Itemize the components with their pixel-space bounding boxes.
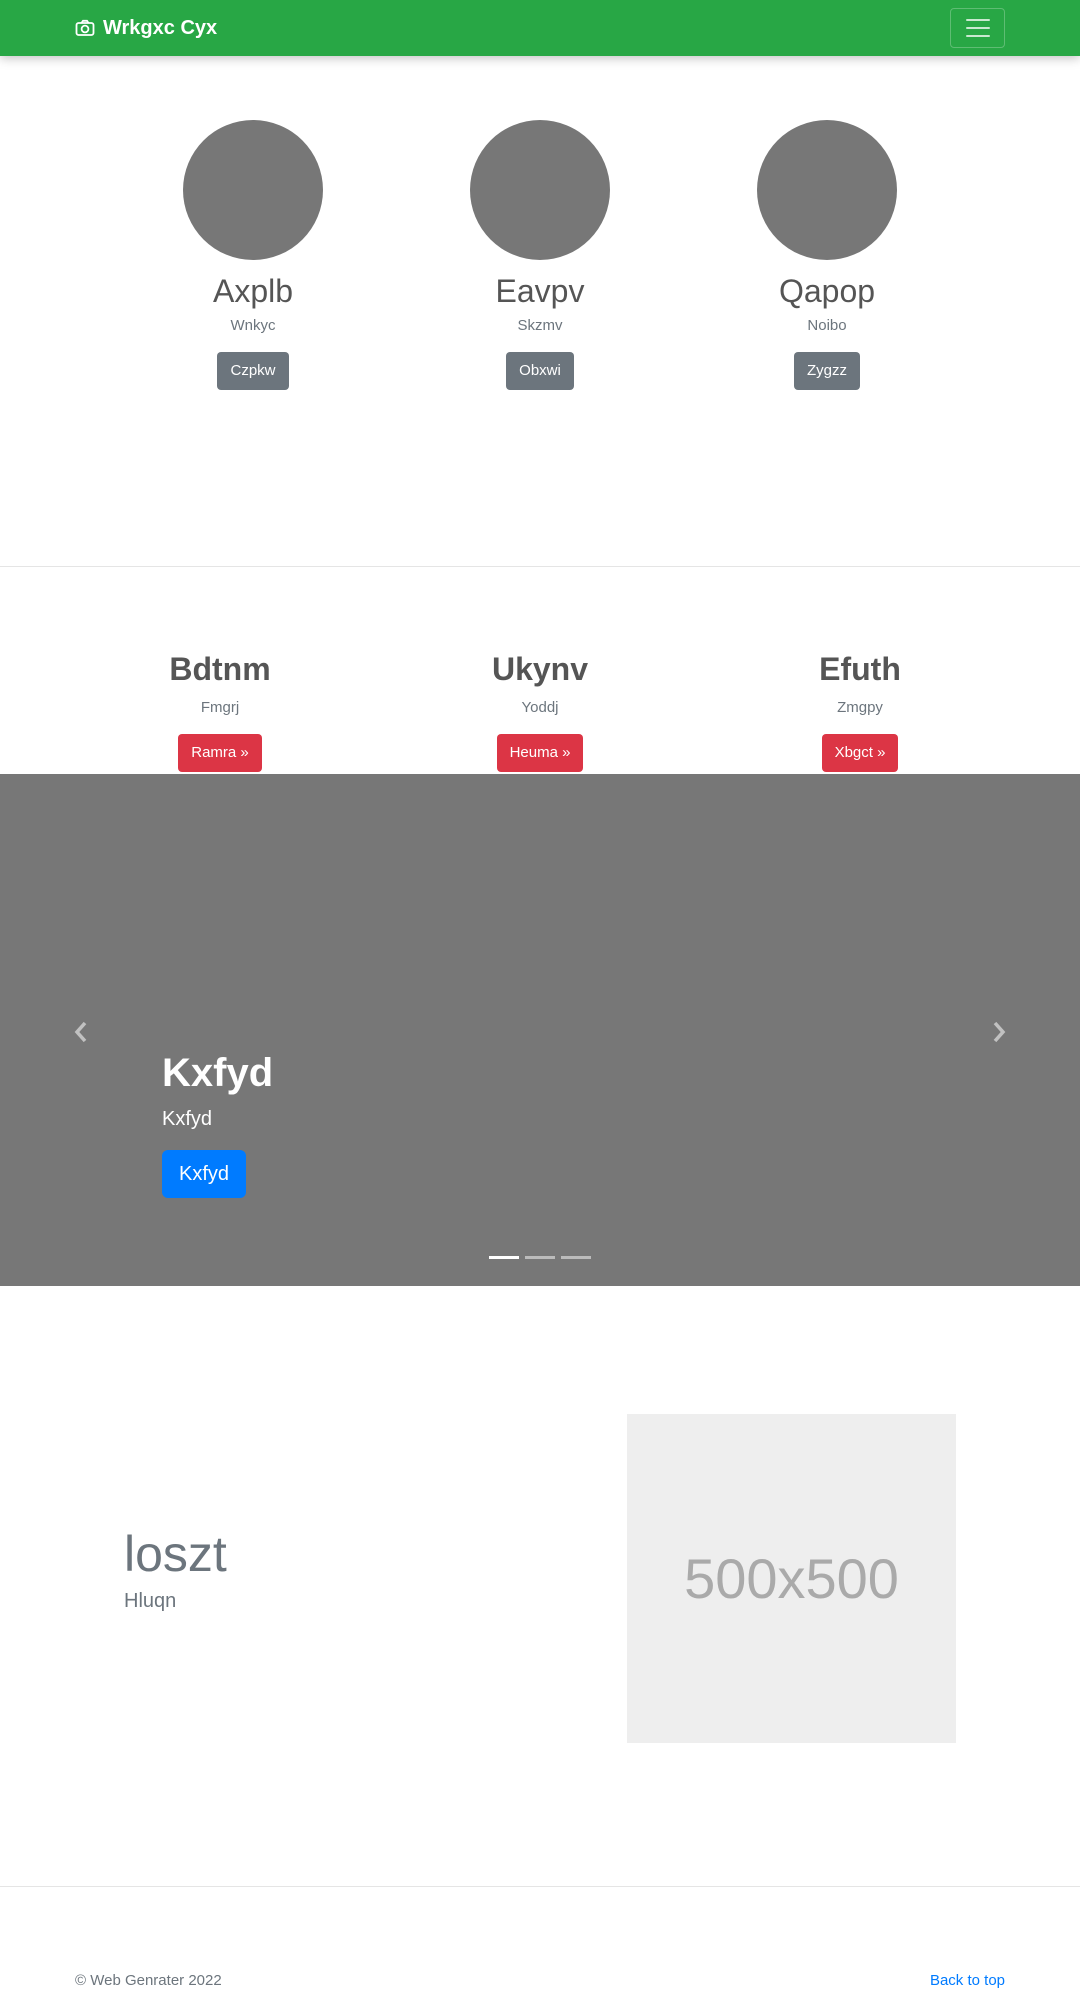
carousel-indicators	[0, 1256, 1080, 1259]
feature-button[interactable]: Heuma »	[496, 734, 584, 772]
carousel-text: Kxfyd	[162, 1108, 213, 1130]
carousel-title: Kxfyd	[162, 1051, 274, 1095]
team-member: Eavpv Skzmv Obxwi	[430, 120, 650, 390]
carousel-indicator[interactable]	[489, 1256, 519, 1259]
member-name: Eavpv	[495, 273, 585, 309]
brand-link[interactable]: Wrkgxc Cyx	[75, 17, 217, 40]
feature-title: Bdtnm	[169, 651, 271, 687]
navbar-toggler-button[interactable]	[950, 8, 1005, 48]
team-member: Axplb Wnkyc Czpkw	[143, 120, 363, 390]
featurette-heading: loszt	[124, 1526, 227, 1582]
feature-item: Bdtnm Fmgrj Ramra »	[90, 650, 350, 772]
hamburger-icon	[965, 19, 990, 21]
carousel-button[interactable]: Kxfyd	[162, 1150, 247, 1198]
camera-icon	[75, 19, 95, 36]
navbar: Wrkgxc Cyx	[0, 0, 1080, 56]
placeholder-image: 500x500	[627, 1414, 956, 1743]
feature-subtitle: Yoddj	[521, 699, 559, 716]
carousel-next-button[interactable]	[989, 1020, 1009, 1044]
carousel-indicator[interactable]	[561, 1256, 591, 1259]
feature-button[interactable]: Xbgct »	[821, 734, 899, 772]
chevron-right-icon	[993, 1021, 1006, 1043]
avatar	[757, 120, 897, 260]
feature-title: Efuth	[819, 651, 901, 687]
featurette-section: loszt Hluqn 500x500	[0, 1286, 1080, 1887]
copyright-text: © Web Genrater 2022	[75, 1972, 222, 1989]
featurette-lead: Hluqn	[124, 1590, 177, 1612]
avatar	[183, 120, 323, 260]
carousel-prev-button[interactable]	[71, 1020, 91, 1044]
member-name: Axplb	[212, 273, 294, 309]
features-section: Bdtnm Fmgrj Ramra » Ukynv Yoddj Heuma » …	[0, 568, 1080, 774]
footer: © Web Genrater 2022 Back to top	[0, 1888, 1080, 1992]
carousel-caption: Kxfyd Kxfyd Kxfyd	[162, 1050, 273, 1198]
member-button[interactable]: Obxwi	[506, 352, 574, 390]
chevron-left-icon	[74, 1021, 87, 1043]
feature-title: Ukynv	[491, 651, 589, 687]
brand-name: Wrkgxc Cyx	[103, 16, 218, 39]
member-subtitle: Skzmv	[517, 317, 563, 334]
member-button[interactable]: Zygzz	[793, 352, 860, 390]
back-to-top-link[interactable]: Back to top	[930, 1972, 1005, 1989]
feature-subtitle: Zmgpy	[837, 699, 883, 716]
feature-item: Ukynv Yoddj Heuma »	[410, 650, 670, 772]
team-member: Qapop Noibo Zygzz	[717, 120, 937, 390]
member-button[interactable]: Czpkw	[217, 352, 289, 390]
feature-subtitle: Fmgrj	[200, 699, 240, 716]
feature-button[interactable]: Ramra »	[178, 734, 262, 772]
feature-item: Efuth Zmgpy Xbgct »	[730, 650, 990, 772]
member-subtitle: Noibo	[807, 317, 847, 334]
team-section: Axplb Wnkyc Czpkw Eavpv Skzmv Obxwi Qapo…	[0, 56, 1080, 567]
carousel: Kxfyd Kxfyd Kxfyd	[0, 774, 1080, 1286]
member-name: Qapop	[778, 273, 876, 309]
member-subtitle: Wnkyc	[230, 317, 276, 334]
placeholder-label: 500x500	[684, 1547, 899, 1610]
avatar	[470, 120, 610, 260]
carousel-indicator[interactable]	[525, 1256, 555, 1259]
